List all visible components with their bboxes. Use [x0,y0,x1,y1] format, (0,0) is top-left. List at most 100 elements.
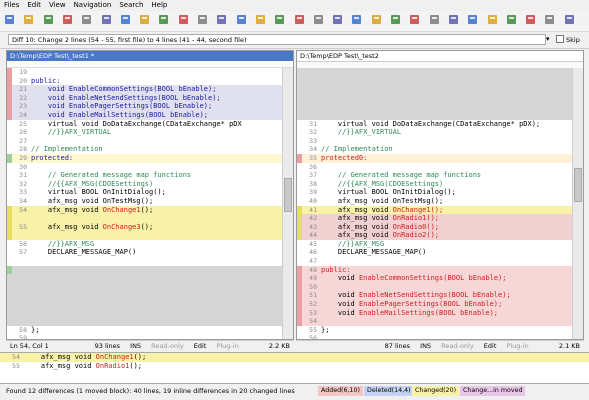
chevron-down-icon[interactable]: ▾ [546,34,554,45]
code-line[interactable] [297,110,573,120]
code-line[interactable] [7,214,283,223]
code-line[interactable]: 20 public: [7,76,283,86]
code-line[interactable]: 30 [7,162,283,172]
skip-checkbox[interactable]: Skip [556,35,580,44]
code-line[interactable]: 23 void EnablePagerSettings(BOOL bEnable… [7,102,283,111]
code-line[interactable]: 49 void EnableCommonSettings(BOOL bEnabl… [297,274,573,283]
binoculars-icon[interactable] [409,14,420,25]
right-file-pane[interactable]: D:\Temp\EDP Test\_test2 31 virtual void … [296,50,584,340]
code-line[interactable]: 32 //{{AFX_MSG(CDOESettings) [7,179,283,189]
code-line[interactable] [7,265,283,275]
prev-diff-icon[interactable] [216,14,227,25]
left-scroll-thumb[interactable] [284,178,292,212]
diff-detail-pane[interactable]: 54 afx_msg void OnChange1(); 55 afx_msg v… [0,352,589,384]
checkbox-icon[interactable] [556,35,564,43]
code-line[interactable]: 45 //}}AFX_MSG [297,239,573,249]
code-line[interactable]: 40 afx_msg void OnTestMsg(); [297,196,573,206]
undo-icon[interactable] [120,14,131,25]
code-line[interactable] [7,231,283,240]
code-line[interactable] [297,85,573,94]
code-line[interactable]: 46 DECLARE_MESSAGE_MAP() [297,248,573,258]
save-icon[interactable] [43,14,54,25]
code-line[interactable]: 44 afx_msg void OnRadio2(); [297,231,573,240]
code-line[interactable]: 55 afx_msg void OnChange3(); [7,222,283,232]
code-line[interactable] [7,257,283,266]
code-line[interactable]: 32 //}}AFX_VIRTUAL [297,128,573,137]
code-line[interactable] [297,76,573,86]
arrow-right-icon[interactable] [178,14,189,25]
code-line[interactable]: 51 void EnableNetSendSettings(BOOL bEnab… [297,291,573,301]
code-line[interactable] [7,282,283,292]
code-line[interactable]: 21 void EnableCommonSettings(BOOL bEnabl… [7,85,283,94]
left-vertical-scrollbar[interactable] [282,68,293,339]
first-diff-icon[interactable] [197,14,208,25]
layout-2-icon[interactable] [294,14,305,25]
diff-description-field[interactable]: Diff 10: Change 2 lines (54 - 55, first … [8,34,546,45]
options-icon[interactable] [506,14,517,25]
code-line[interactable] [297,93,573,103]
code-line[interactable]: 39 virtual BOOL OnInitDialog(); [297,188,573,197]
code-line[interactable]: 53 void EnableMailSettings(BOOL bEnable)… [297,308,573,318]
right-vertical-scrollbar[interactable] [572,68,583,339]
code-line[interactable] [297,102,573,111]
code-line[interactable]: 22 void EnableNetSendSettings(BOOL bEnab… [7,93,283,103]
code-line[interactable]: 58}; [7,325,283,335]
help-icon[interactable] [544,14,555,25]
layout-5-icon[interactable] [351,14,362,25]
code-line[interactable]: 47 [297,257,573,266]
menu-search[interactable]: Search [115,0,147,11]
code-line[interactable] [7,308,283,318]
code-line[interactable]: 26 //}}AFX_VIRTUAL [7,128,283,137]
right-scroll-thumb[interactable] [574,168,582,202]
code-line[interactable]: 28 // Implementation [7,145,283,154]
menu-files[interactable]: Files [0,0,23,11]
code-line[interactable]: 29 protected: [7,153,283,163]
layout-4-icon[interactable] [332,14,343,25]
code-line[interactable]: 41 afx_msg void OnChange1(); [297,205,573,215]
open-icon[interactable] [23,14,34,25]
code-line[interactable]: 31 // Generated message map functions [7,171,283,180]
detail-line[interactable]: 55 afx_msg void OnRadio1(); [0,362,589,371]
about-icon[interactable] [564,14,575,25]
right-code-view[interactable]: 31 virtual void DoDataExchange(CDataExch… [297,68,573,339]
menu-help[interactable]: Help [147,0,171,11]
binoculars-4-icon[interactable] [467,14,478,25]
code-line[interactable]: 48 public: [297,265,573,275]
code-line[interactable]: 42 afx_msg void OnRadio1(); [297,214,573,223]
code-line[interactable]: 36 [297,162,573,172]
tools-icon[interactable] [525,14,536,25]
code-line[interactable] [7,274,283,283]
binoculars-3-icon[interactable] [448,14,459,25]
code-line[interactable] [7,317,283,326]
code-line[interactable]: 31 virtual void DoDataExchange(CDataExch… [297,119,573,129]
code-line[interactable]: 54 afx_msg void OnChange1(); [7,205,283,215]
code-line[interactable]: 55}; [297,325,573,335]
code-line[interactable]: 33 [297,136,573,146]
code-line[interactable]: 27 [7,136,283,146]
left-file-pane[interactable]: D:\Temp\EDP Test\_test1 * 19 20 public: 21 … [6,50,294,340]
code-line[interactable]: 57 DECLARE_MESSAGE_MAP() [7,248,283,258]
code-line[interactable]: 33 virtual BOOL OnInitDialog(); [7,188,283,197]
code-line[interactable]: 56 //}}AFX_MSG [7,239,283,249]
code-line[interactable]: 34 afx_msg void OnTestMsg(); [7,196,283,206]
print-icon[interactable] [101,14,112,25]
code-line[interactable]: 35 protected0: [297,153,573,163]
arrow-left-icon[interactable] [158,14,169,25]
code-line[interactable]: 24 void EnableMailSettings(BOOL bEnable)… [7,110,283,120]
next-diff-icon[interactable] [236,14,247,25]
last-diff-icon[interactable] [255,14,266,25]
code-line[interactable]: 38 //{{AFX_MSG(CDOESettings) [297,179,573,189]
save-all-icon[interactable] [62,14,73,25]
layout-6-icon[interactable] [371,14,382,25]
code-line[interactable] [297,68,573,77]
close-icon[interactable] [81,14,92,25]
code-line[interactable]: 50 [297,282,573,292]
redo-icon[interactable] [139,14,150,25]
left-code-view[interactable]: 19 20 public: 21 void EnableCommonSettings(… [7,68,283,339]
code-line[interactable]: 19 [7,68,283,77]
code-line[interactable]: 43 afx_msg void OnRadio0(); [297,222,573,232]
code-line[interactable] [7,291,283,301]
menu-edit[interactable]: Edit [23,0,45,11]
code-line[interactable]: 37 // Generated message map functions [297,171,573,180]
layout-1-icon[interactable] [274,14,285,25]
